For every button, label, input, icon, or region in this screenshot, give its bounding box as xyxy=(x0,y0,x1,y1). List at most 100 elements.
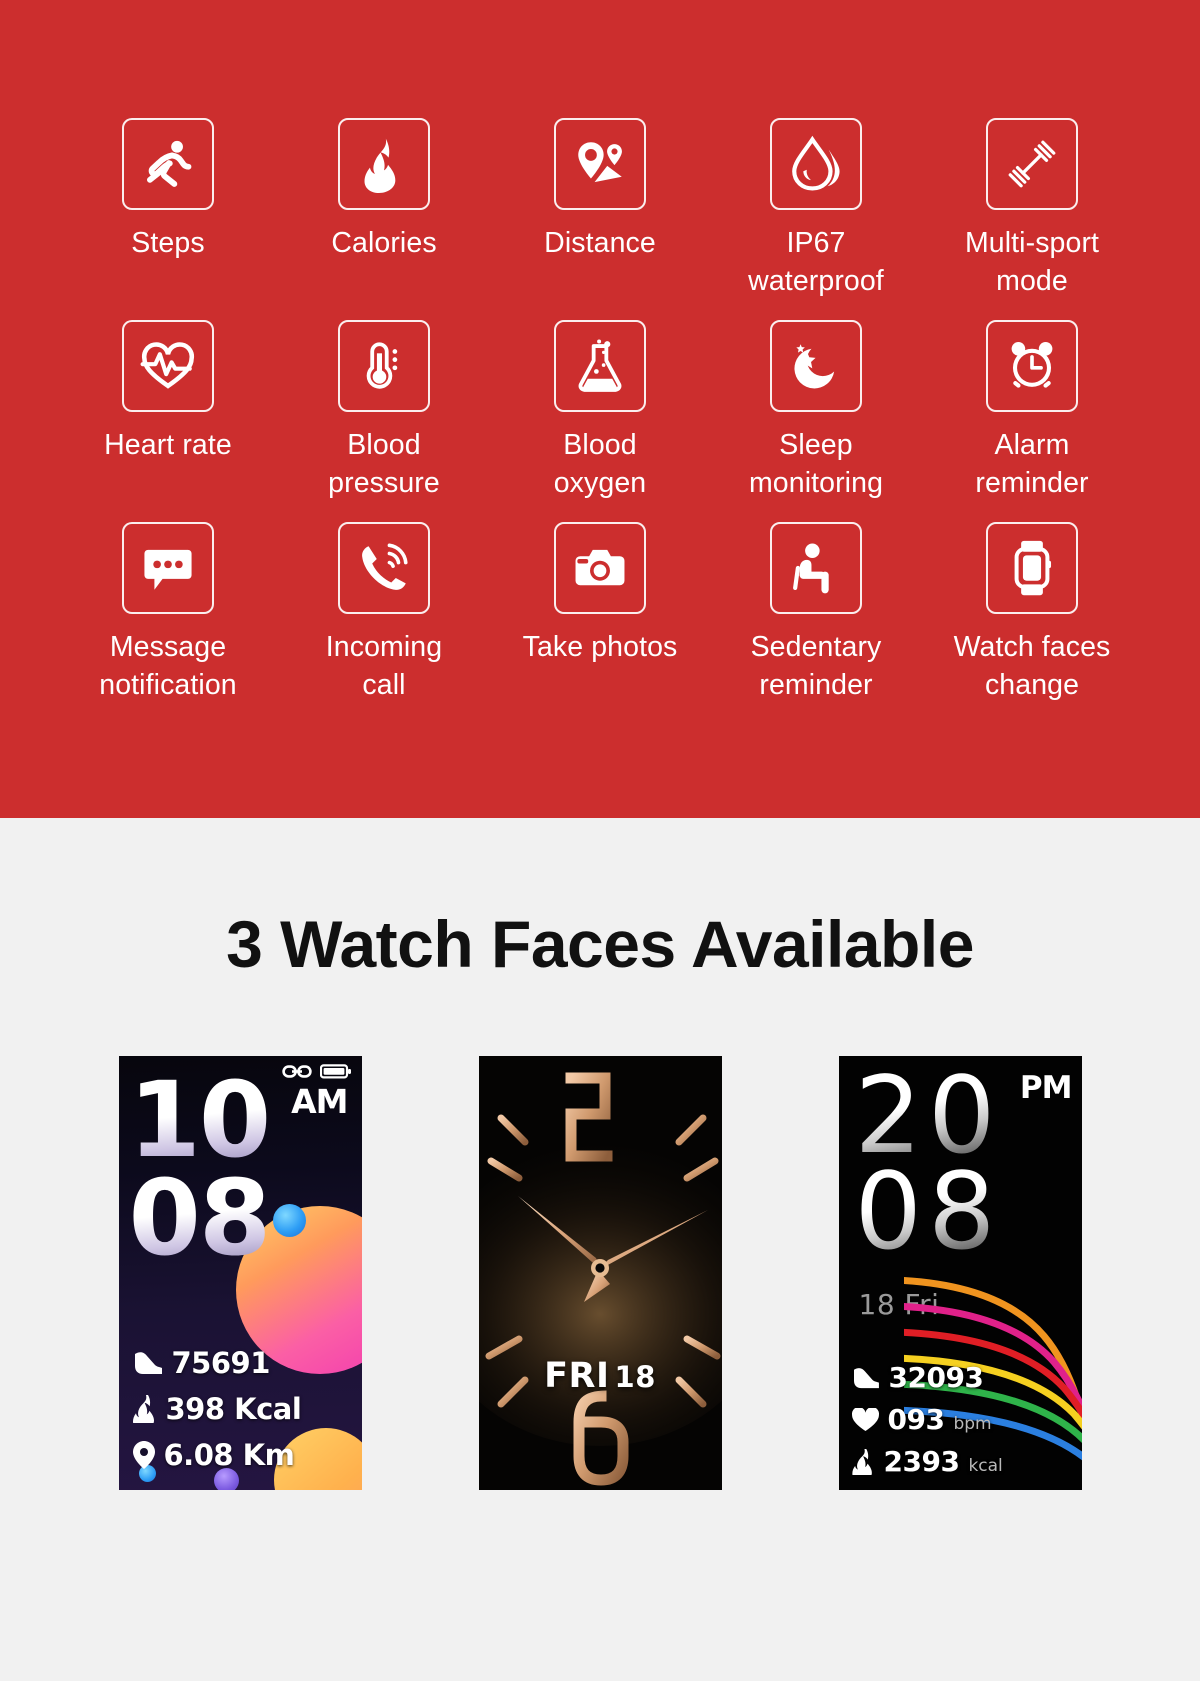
feature-label: IP67 waterproof xyxy=(748,227,884,297)
feature-icon-box xyxy=(986,320,1078,412)
feature-icon-box xyxy=(122,320,214,412)
feature-message[interactable]: Message notification xyxy=(70,522,266,704)
flask-icon xyxy=(578,339,622,392)
shoe-icon xyxy=(853,1367,879,1388)
analog-clock-graphic xyxy=(478,1056,722,1490)
flame-icon xyxy=(851,1448,872,1475)
watch-face-gallery: 10 08 AM 75691 398 Kcal 6.08 Km FRI 18 2… xyxy=(0,1056,1200,1490)
feature-label: Blood pressure xyxy=(328,429,440,499)
flame-icon xyxy=(364,138,396,193)
watch-meridiem: PM xyxy=(1019,1070,1073,1106)
watch-stat-value: 6.08 Km xyxy=(163,1438,295,1472)
feature-label: Watch faces change xyxy=(953,631,1111,701)
feature-multisport[interactable]: Multi-sport mode xyxy=(934,118,1130,300)
watch-day: 18 xyxy=(858,1288,896,1321)
shoe-icon-wrap xyxy=(852,1366,880,1390)
smartwatch-icon xyxy=(1014,540,1052,596)
flame-icon xyxy=(132,1395,154,1423)
feature-label: Message notification xyxy=(99,631,237,701)
watch-stats: 75691 398 Kcal 6.08 Km xyxy=(132,1334,353,1472)
feature-incoming-call[interactable]: Incoming call xyxy=(286,522,482,704)
watch-stat-unit: bpm xyxy=(953,1414,992,1434)
feature-label: Sleep monitoring xyxy=(748,429,884,499)
feature-heart-rate[interactable]: Heart rate xyxy=(70,320,266,464)
feature-icon-box xyxy=(986,118,1078,210)
watch-meridiem: AM xyxy=(291,1082,348,1121)
feature-label: Multi-sport mode xyxy=(964,227,1100,297)
watch-face-preview-neon[interactable]: 20 08 PM 18 Fri 32093 093 bpm 2393 kcal xyxy=(838,1056,1082,1490)
feature-take-photos[interactable]: Take photos xyxy=(502,522,698,666)
watch-stat-steps: 32093 xyxy=(852,1361,1077,1394)
heart-icon-wrap xyxy=(851,1407,879,1432)
feature-blood-pressure[interactable]: Blood pressure xyxy=(286,320,482,502)
chat-bubble-icon xyxy=(144,549,192,590)
watch-stat-value: 398 Kcal xyxy=(165,1392,302,1426)
feature-alarm[interactable]: Alarm reminder xyxy=(934,320,1130,502)
shoe-icon xyxy=(134,1352,162,1374)
camera-icon xyxy=(575,549,625,586)
watch-stat-value: 32093 xyxy=(888,1361,984,1394)
dumbbell-icon xyxy=(1008,140,1056,188)
page-title: 3 Watch Faces Available xyxy=(226,907,974,981)
feature-label: Sedentary reminder xyxy=(750,631,882,701)
feature-icon-box xyxy=(770,522,862,614)
running-person-icon xyxy=(146,140,192,187)
watch-stat-heart-rate: 093 bpm xyxy=(851,1403,1077,1436)
feature-blood-oxygen[interactable]: Blood oxygen xyxy=(502,320,698,502)
feature-icon-box xyxy=(770,118,862,210)
watch-stat-steps: 75691 xyxy=(133,1346,353,1380)
thermometer-icon xyxy=(366,342,398,389)
feature-distance[interactable]: Distance xyxy=(502,118,698,262)
heart-pulse-icon xyxy=(140,342,195,389)
watch-time-display: 20 08 xyxy=(855,1063,1002,1265)
watch-stat-calories: 398 Kcal xyxy=(132,1392,353,1426)
feature-icon-box xyxy=(338,320,430,412)
watch-stat-distance: 6.08 Km xyxy=(132,1438,353,1472)
feature-row: Message notification Incoming call Take … xyxy=(70,522,1130,704)
feature-steps[interactable]: Steps xyxy=(70,118,266,262)
feature-waterproof[interactable]: IP67 waterproof xyxy=(718,118,914,300)
feature-label: Incoming call xyxy=(325,631,443,701)
heart-icon xyxy=(851,1407,879,1431)
feature-watch-faces[interactable]: Watch faces change xyxy=(934,522,1130,704)
feature-label: Calories xyxy=(331,227,437,259)
watch-face-preview-digital[interactable]: 10 08 AM 75691 398 Kcal 6.08 Km xyxy=(118,1056,362,1490)
feature-icon-box xyxy=(770,320,862,412)
watch-stat-value: 75691 xyxy=(171,1346,271,1380)
feature-label: Steps xyxy=(131,227,205,259)
phone-ringing-icon xyxy=(362,543,408,590)
feature-row: Heart rate Blood pressure Blood oxygen S… xyxy=(70,320,1130,502)
sitting-person-icon xyxy=(793,543,829,594)
watch-faces-section: 3 Watch Faces Available 10 08 AM 75691 3… xyxy=(0,818,1200,1681)
feature-label: Take photos xyxy=(522,631,678,663)
feature-sedentary[interactable]: Sedentary reminder xyxy=(718,522,914,704)
watch-weekday: FRI xyxy=(544,1356,610,1396)
feature-row: Steps Calories Distance IP67 waterproof … xyxy=(70,118,1130,300)
moon-stars-icon xyxy=(794,344,835,389)
feature-icon-box xyxy=(554,320,646,412)
feature-icon-box xyxy=(122,522,214,614)
watch-stats: 32093 093 bpm 2393 kcal xyxy=(851,1352,1077,1478)
water-drop-icon xyxy=(792,135,840,191)
feature-icon-box xyxy=(338,118,430,210)
watch-stat-calories: 2393 kcal xyxy=(851,1445,1077,1478)
feature-label: Alarm reminder xyxy=(975,429,1089,499)
feature-label: Blood oxygen xyxy=(553,429,647,499)
watch-face-preview-analog[interactable]: FRI 18 xyxy=(478,1056,722,1490)
feature-icon-box xyxy=(986,522,1078,614)
watch-stat-unit: kcal xyxy=(968,1456,1003,1476)
alarm-clock-icon xyxy=(1011,341,1053,388)
feature-label: Distance xyxy=(544,227,656,259)
feature-icon-box xyxy=(554,118,646,210)
feature-icon-box xyxy=(554,522,646,614)
watch-stat-value: 2393 xyxy=(883,1445,960,1478)
feature-icon-box xyxy=(122,118,214,210)
flame-icon-wrap xyxy=(851,1448,875,1475)
feature-icon-box xyxy=(338,522,430,614)
watch-day: 18 xyxy=(614,1360,656,1394)
map-pins-route-icon xyxy=(578,142,622,183)
feature-sleep[interactable]: Sleep monitoring xyxy=(718,320,914,502)
features-section: Steps Calories Distance IP67 waterproof … xyxy=(0,0,1200,818)
feature-calories[interactable]: Calories xyxy=(286,118,482,262)
watch-stat-value: 093 xyxy=(887,1403,945,1436)
